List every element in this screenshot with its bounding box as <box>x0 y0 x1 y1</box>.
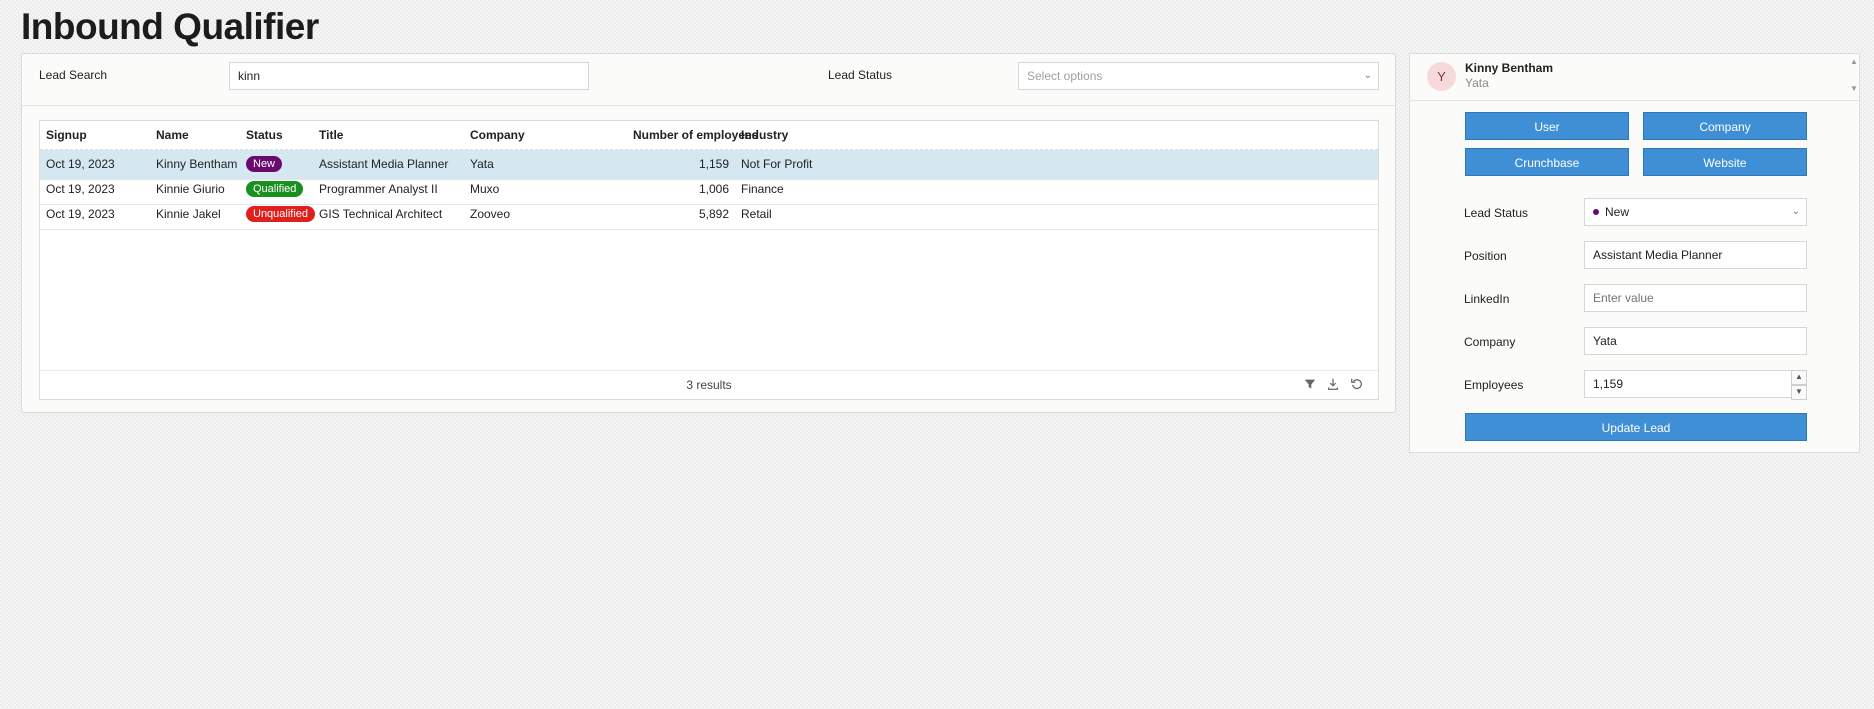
employees-label: Employees <box>1464 378 1524 392</box>
cell-title: Assistant Media Planner <box>319 157 449 171</box>
company-button[interactable]: Company <box>1643 112 1807 140</box>
column-header-name[interactable]: Name <box>156 128 189 142</box>
lead-status-label: Lead Status <box>1464 206 1529 220</box>
status-dot-icon <box>1593 209 1599 215</box>
chevron-down-icon: ⌄ <box>1791 206 1800 217</box>
status-badge: Qualified <box>246 181 304 197</box>
linkedin-label: LinkedIn <box>1464 292 1510 306</box>
column-header-employees[interactable]: Number of employees <box>633 128 758 142</box>
cell-name: Kinny Bentham <box>156 157 238 171</box>
employees-field[interactable] <box>1584 370 1807 398</box>
chevron-down-icon: ⌄ <box>1363 70 1372 81</box>
cell-title: GIS Technical Architect <box>319 207 443 221</box>
lead-status-select[interactable]: New ⌄ <box>1584 198 1807 226</box>
linkedin-field[interactable] <box>1584 284 1807 312</box>
cell-signup: Oct 19, 2023 <box>46 157 115 171</box>
filter-icon[interactable] <box>1303 377 1319 393</box>
leads-table: Signup Name Status Title Company Number … <box>39 120 1379 400</box>
cell-industry: Retail <box>741 207 772 221</box>
refresh-icon[interactable] <box>1350 377 1366 393</box>
avatar: Y <box>1427 62 1456 91</box>
crunchbase-button[interactable]: Crunchbase <box>1465 148 1629 176</box>
column-header-industry[interactable]: Industry <box>741 128 788 142</box>
results-count: 3 results <box>686 378 732 392</box>
website-button[interactable]: Website <box>1643 148 1807 176</box>
table-footer: 3 results <box>40 370 1378 399</box>
company-field[interactable] <box>1584 327 1807 355</box>
decrement-icon[interactable]: ▼ <box>1791 385 1807 400</box>
column-header-company[interactable]: Company <box>470 128 525 142</box>
lead-status-filter-label: Lead Status <box>828 68 893 82</box>
table-header: Signup Name Status Title Company Number … <box>40 121 1378 150</box>
cell-signup: Oct 19, 2023 <box>46 207 115 221</box>
download-icon[interactable] <box>1326 377 1342 393</box>
cell-company: Muxo <box>470 182 500 196</box>
lead-header: Y Kinny Bentham Yata ▲ ▼ <box>1410 54 1859 101</box>
cell-industry: Not For Profit <box>741 157 813 171</box>
position-field[interactable] <box>1584 241 1807 269</box>
page-title: Inbound Qualifier <box>21 6 319 47</box>
employees-stepper[interactable]: ▲ ▼ <box>1791 370 1807 400</box>
lead-company: Yata <box>1465 76 1489 90</box>
position-label: Position <box>1464 249 1507 263</box>
column-header-signup[interactable]: Signup <box>46 128 87 142</box>
filter-bar: Lead Search Lead Status Select options ⌄ <box>22 54 1395 106</box>
column-header-status[interactable]: Status <box>246 128 283 142</box>
status-badge: New <box>246 156 283 172</box>
cell-name: Kinnie Giurio <box>156 182 225 196</box>
lead-status-placeholder: Select options <box>1027 69 1103 83</box>
cell-employees: 1,006 <box>698 182 729 196</box>
cell-employees: 1,159 <box>698 157 729 171</box>
leads-panel: Lead Search Lead Status Select options ⌄… <box>21 53 1396 413</box>
scrollbar[interactable]: ▲ ▼ <box>1850 57 1858 99</box>
status-badge: Unqualified <box>246 206 316 222</box>
cell-industry: Finance <box>741 182 784 196</box>
lead-name: Kinny Bentham <box>1465 61 1554 75</box>
cell-company: Zooveo <box>470 207 511 221</box>
company-label: Company <box>1464 335 1516 349</box>
lead-detail-panel: Y Kinny Bentham Yata ▲ ▼ User Company Cru… <box>1409 53 1860 453</box>
cell-name: Kinnie Jakel <box>156 207 221 221</box>
column-header-title[interactable]: Title <box>319 128 343 142</box>
cell-company: Yata <box>470 157 494 171</box>
cell-title: Programmer Analyst II <box>319 182 438 196</box>
user-button[interactable]: User <box>1465 112 1629 140</box>
filter-divider <box>22 105 1395 106</box>
lead-status-multiselect[interactable]: Select options ⌄ <box>1018 62 1379 90</box>
table-row[interactable]: Oct 19, 2023 Kinnie Jakel Unqualified GI… <box>40 200 1378 230</box>
lead-search-label: Lead Search <box>39 68 108 82</box>
increment-icon[interactable]: ▲ <box>1791 370 1807 385</box>
update-lead-button[interactable]: Update Lead <box>1465 413 1807 441</box>
lead-search-input[interactable] <box>229 62 589 90</box>
lead-status-value: New <box>1605 205 1630 219</box>
cell-signup: Oct 19, 2023 <box>46 182 115 196</box>
cell-employees: 5,892 <box>698 207 729 221</box>
